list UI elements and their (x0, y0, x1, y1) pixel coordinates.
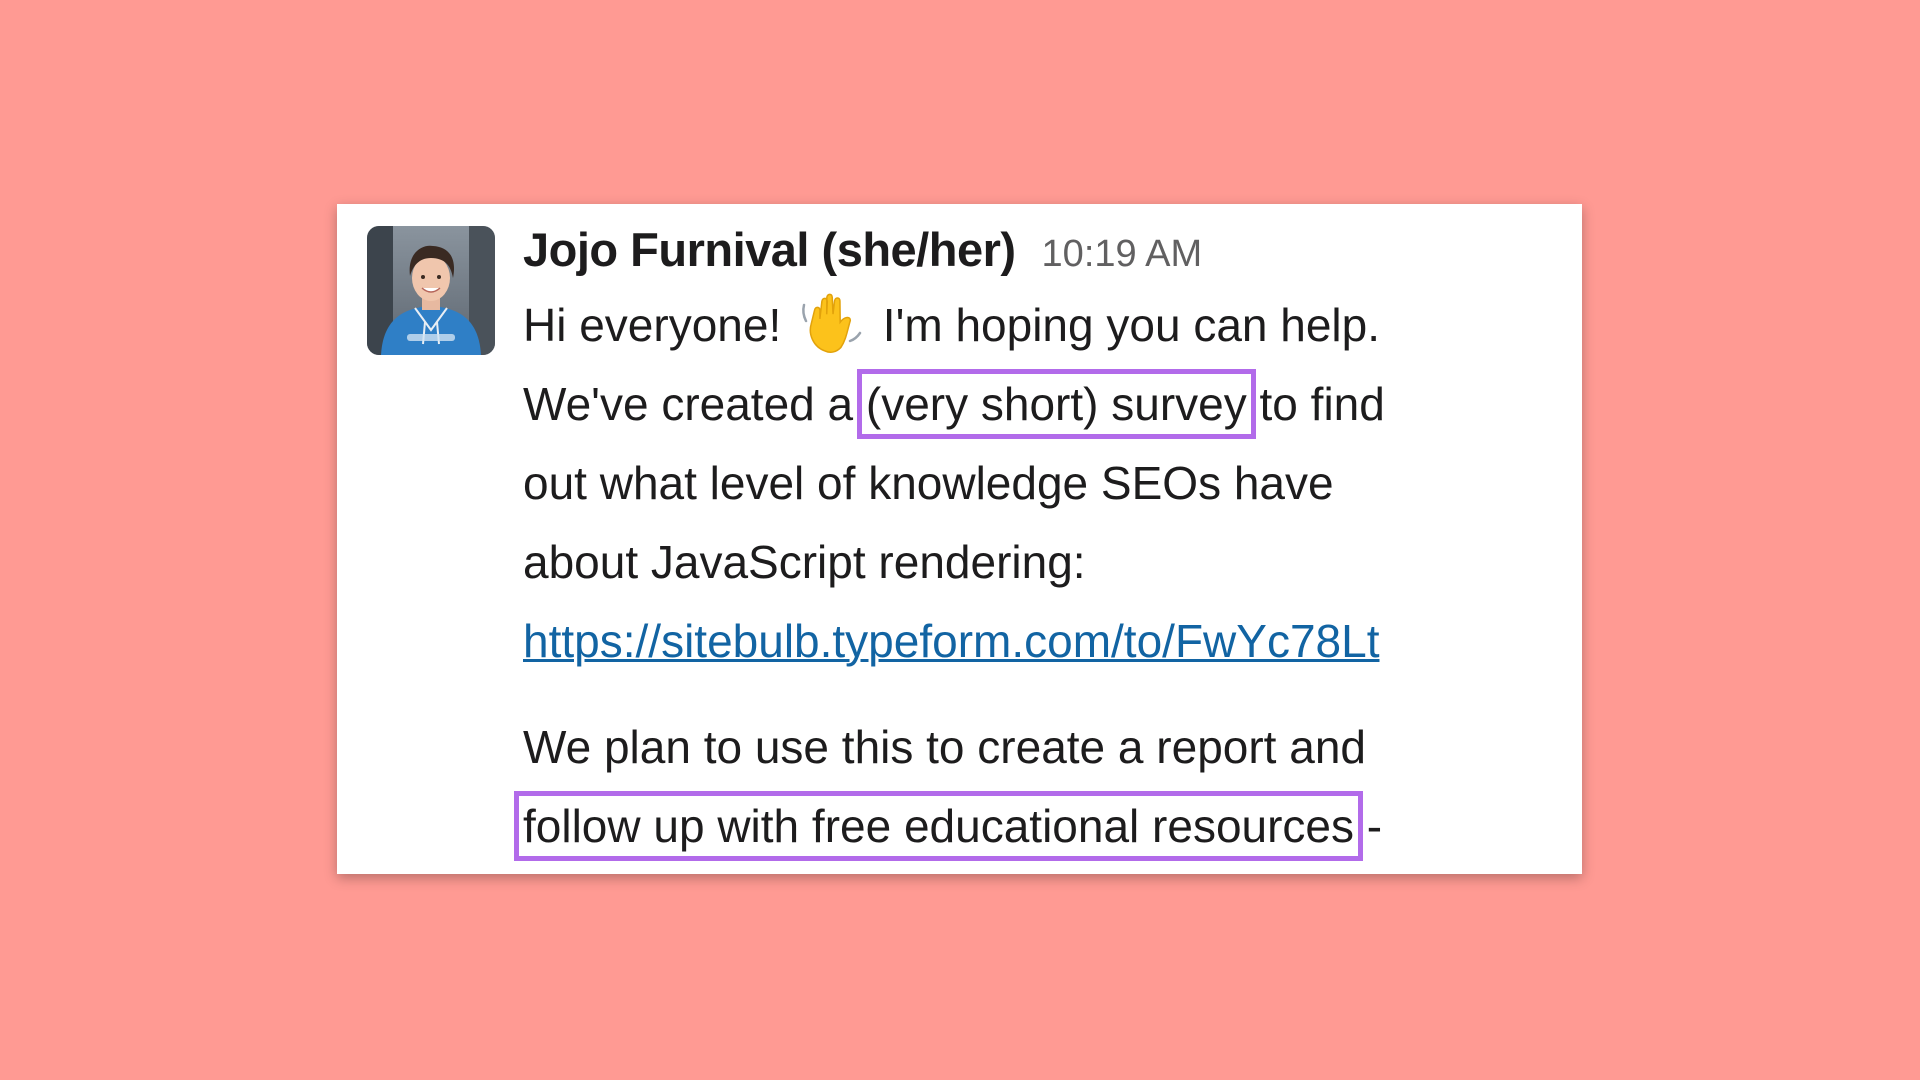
message-line-7: follow up with free educational resource… (513, 787, 1563, 866)
message-text: Hi everyone! (523, 299, 795, 351)
message-header: Jojo Furnival (she/her) 10:19 AM (523, 222, 1563, 286)
highlighted-resources-text: follow up with free educational resource… (513, 791, 1364, 861)
message-text: to find (1246, 378, 1385, 430)
highlighted-survey-text: (very short) survey (856, 369, 1256, 439)
user-avatar-icon (367, 226, 495, 355)
avatar[interactable] (367, 226, 495, 355)
page: { "message": { "author": "Jojo Furnival … (0, 0, 1920, 1080)
message-text: We've created a (523, 378, 866, 430)
message-line-2: We've created a (very short) survey to f… (523, 365, 1563, 444)
message-text: - (1354, 800, 1383, 852)
message-card: Jojo Furnival (she/her) 10:19 AM Hi ever… (337, 204, 1582, 874)
message-line-4: about JavaScript rendering: (523, 536, 1086, 588)
message-timestamp[interactable]: 10:19 AM (1042, 233, 1203, 276)
message-line-3: out what level of knowledge SEOs have (523, 457, 1334, 509)
message-content: Jojo Furnival (she/her) 10:19 AM Hi ever… (513, 222, 1563, 866)
message-line-6: We plan to use this to create a report a… (523, 721, 1366, 773)
message-body: Hi everyone! I'm hoping you can help. We… (513, 286, 1563, 866)
survey-link[interactable]: https://sitebulb.typeform.com/to/FwYc78L… (523, 615, 1379, 667)
message-text: I'm hoping you can help. (870, 299, 1381, 351)
author-name[interactable]: Jojo Furnival (she/her) (523, 222, 1016, 277)
message-line-5: https://sitebulb.typeform.com/to/FwYc78L… (523, 602, 1563, 681)
message-line-1: Hi everyone! I'm hoping you can help. (523, 286, 1563, 365)
